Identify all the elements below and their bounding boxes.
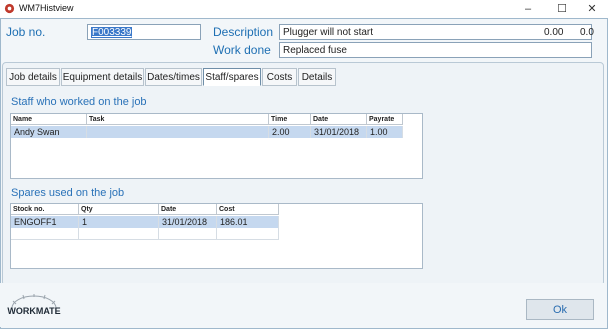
window-title: WM7Histview [19, 3, 74, 13]
cell-payrate: 1.00 [367, 126, 403, 138]
table-row[interactable]: ENGOFF1 1 31/01/2018 186.01 [11, 216, 279, 228]
staff-section-title: Staff who worked on the job [11, 96, 147, 108]
job-no-label: Job no. [6, 25, 46, 39]
column-header[interactable]: Name [11, 114, 87, 125]
column-header[interactable]: Time [269, 114, 311, 125]
close-button[interactable]: ✕ [576, 0, 608, 18]
cell-task [87, 126, 269, 138]
description-value: Plugger will not start [283, 27, 374, 38]
table-row[interactable]: Andy Swan 2.00 31/01/2018 1.00 [11, 126, 403, 138]
description-label: Description [213, 25, 274, 39]
column-header[interactable]: Payrate [367, 114, 403, 125]
tab-job-details[interactable]: Job details [6, 68, 60, 86]
minimize-button[interactable]: – [512, 0, 544, 18]
value-2: 0.0 [580, 27, 594, 38]
ok-button[interactable]: Ok [526, 299, 594, 320]
cell-empty [11, 228, 79, 240]
column-header[interactable]: Stock no. [11, 204, 79, 215]
cell-empty [159, 228, 217, 240]
app-icon [4, 3, 15, 14]
cell-empty [217, 228, 279, 240]
tab-dates-times[interactable]: Dates/times [145, 68, 202, 86]
cell-name: Andy Swan [11, 126, 87, 138]
maximize-button[interactable]: ☐ [546, 0, 578, 18]
staff-grid[interactable]: Name Task Time Date Payrate Andy Swan 2.… [10, 113, 423, 179]
cell-cost: 186.01 [217, 216, 279, 228]
tab-details[interactable]: Details [298, 68, 336, 86]
spares-section-title: Spares used on the job [11, 187, 125, 199]
table-row[interactable] [11, 228, 279, 240]
workmate-logo: WORKMATE [7, 294, 61, 316]
spares-grid[interactable]: Stock no. Qty Date Cost ENGOFF1 1 31/01/… [10, 203, 423, 269]
value-1: 0.00 [544, 27, 564, 38]
cell-qty: 1 [79, 216, 159, 228]
tab-equipment-details[interactable]: Equipment details [61, 68, 144, 86]
work-done-label: Work done [213, 43, 271, 57]
title-bar: WM7Histview – ☐ ✕ [0, 0, 608, 18]
tab-staff-spares[interactable]: Staff/spares [203, 68, 261, 86]
job-no-value: F003339 [91, 27, 133, 38]
cell-time: 2.00 [269, 126, 311, 138]
column-header[interactable]: Qty [79, 204, 159, 215]
job-no-field[interactable]: F003339 [87, 24, 201, 40]
work-done-value: Replaced fuse [283, 45, 347, 56]
column-header[interactable]: Task [87, 114, 269, 125]
column-header[interactable]: Cost [217, 204, 279, 215]
cell-empty [79, 228, 159, 240]
work-done-field[interactable]: Replaced fuse [279, 42, 592, 58]
footer-bar [0, 283, 606, 327]
description-field[interactable]: Plugger will not start 0.00 0.0 [279, 24, 594, 40]
cell-date: 31/01/2018 [311, 126, 367, 138]
cell-date: 31/01/2018 [159, 216, 217, 228]
tab-costs[interactable]: Costs [262, 68, 297, 86]
cell-stock-no: ENGOFF1 [11, 216, 79, 228]
logo-text: WORKMATE [7, 306, 60, 316]
column-header[interactable]: Date [311, 114, 367, 125]
column-header[interactable]: Date [159, 204, 217, 215]
